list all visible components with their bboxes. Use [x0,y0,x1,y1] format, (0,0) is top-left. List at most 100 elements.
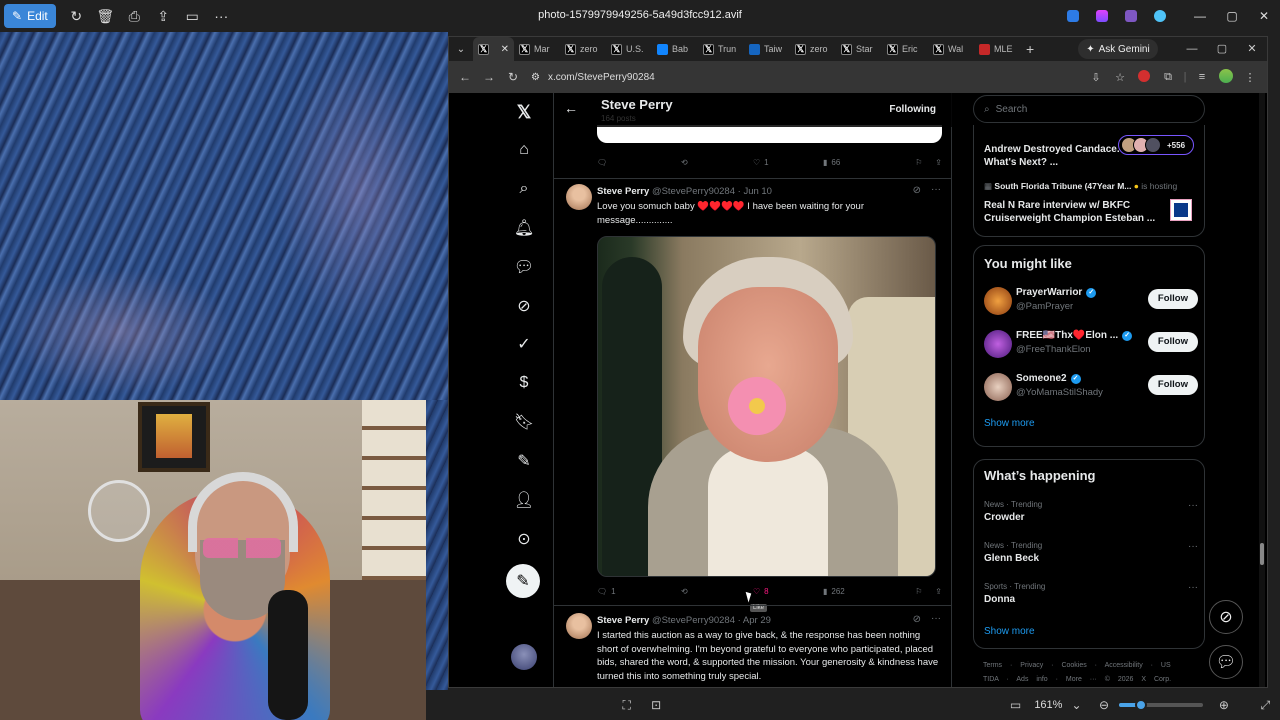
grok-explain-icon[interactable]: ⊘ [913,185,921,196]
tweet-handle[interactable]: @StevePerry90284 [652,615,735,626]
close-icon[interactable]: ✕ [1248,0,1280,32]
zoom-slider[interactable] [1118,699,1204,711]
compose-post-button[interactable]: ✎ [506,564,540,598]
reload-icon[interactable]: ↻ [501,70,525,84]
tweet-date[interactable]: · Apr 29 [738,615,771,626]
profile-avatar[interactable] [1215,68,1237,86]
follow-button[interactable]: Follow [1147,332,1198,352]
browser-tab[interactable]: 𝕏 Eric [882,37,928,61]
browser-tab[interactable]: MLE [974,37,1020,61]
repost-button[interactable]: ⟲ [681,587,753,596]
fullscreen-icon[interactable]: ⤢ [1251,698,1280,713]
edit-button[interactable]: ✎ Edit [4,4,56,28]
suggested-user[interactable]: FREE🇺🇸Thx♥️Elon ... ✓ @FreeThankElon Foll… [984,327,1198,361]
monetization-icon[interactable]: $ [509,368,539,398]
browser-tab[interactable]: 𝕏 Wal [928,37,974,61]
trend-item[interactable]: News · Trending Glenn Beck ··· [984,541,1198,573]
views-button[interactable]: ▮ 66 [823,158,899,167]
maximize-icon[interactable]: ▢ [1216,0,1248,32]
trend-more-icon[interactable]: ··· [1188,541,1198,552]
browser-tab[interactable]: Taiw [744,37,790,61]
tweet-avatar[interactable] [566,184,592,210]
space-title-2[interactable]: Real N Rare interview w/ BKFC Cruiserwei… [984,199,1164,225]
articles-icon[interactable]: ✎ [509,446,539,476]
back-arrow-icon[interactable]: ← [564,100,578,116]
zoom-level[interactable]: 161% [1034,699,1069,711]
tweet-date[interactable]: · Jun 10 [738,186,772,197]
browser-menu-icon[interactable]: ⋮ [1239,71,1261,84]
adblock-icon[interactable] [1133,69,1155,85]
ask-gemini-button[interactable]: ✦ Ask Gemini [1078,39,1158,59]
follow-button[interactable]: Follow [1147,289,1198,309]
user-avatar[interactable] [984,373,1012,401]
browser-tab[interactable]: 𝕏zero [790,37,836,61]
share-icon[interactable]: ⇪ [149,2,178,30]
like-button[interactable]: ♡ 8 [753,587,823,596]
print-icon[interactable]: ⎙ [120,2,149,30]
install-app-icon[interactable]: ⇩ [1085,71,1107,84]
repost-button[interactable]: ⟲ [681,158,753,167]
browser-tab[interactable]: 𝕏 U.S. [606,37,652,61]
app-icon-purple[interactable] [1116,2,1145,30]
zoom-dropdown-icon[interactable]: ⌄ [1070,698,1084,712]
search-input[interactable]: ⌕ Search [973,95,1205,123]
zoom-in-icon[interactable]: ⊕ [1209,698,1238,712]
app-icon-blue[interactable] [1058,2,1087,30]
delete-icon[interactable]: 🗑 [91,2,120,30]
app-icon-gradient[interactable] [1087,2,1116,30]
close-tab-icon[interactable]: ✕ [501,44,509,55]
account-avatar[interactable] [511,644,537,670]
address-bar[interactable]: ⚙ x.com/StevePerry90284 [531,72,655,83]
views-button[interactable]: ▮ 262 [823,587,899,596]
tweet-author-name[interactable]: Steve Perry [597,186,649,197]
user-avatar[interactable] [984,287,1012,315]
page-footer[interactable]: Terms · Privacy · Cookies · Accessibilit… [983,659,1183,687]
browser-tab[interactable]: 𝕏 Trun [698,37,744,61]
share-button[interactable]: ⇪ [935,587,942,596]
trend-item[interactable]: Sports · Trending Donna ··· [984,582,1198,614]
follow-button[interactable]: Follow [1147,375,1198,395]
tweet-more-icon[interactable]: ··· [931,613,941,624]
bookmark-star-icon[interactable]: ☆ [1109,71,1131,84]
messages-fab-icon[interactable]: 💬︎ [1209,645,1243,679]
share-button[interactable]: ⇪ [935,158,942,167]
tweet-photo[interactable] [597,236,936,577]
browser-close-icon[interactable]: ✕ [1237,37,1267,61]
suggested-user[interactable]: PrayerWarrior ✓ @PamPrayer Follow [984,284,1198,318]
suggested-user[interactable]: Someone2 ✓ @YoMamaStilShady Follow [984,370,1198,404]
x-logo-icon[interactable]: 𝕏 [509,97,539,127]
zoom-out-icon[interactable]: ⊖ [1089,698,1118,712]
site-info-icon[interactable]: ⚙ [531,72,540,83]
bookmarks-icon[interactable]: 🔖︎ [509,407,539,437]
following-button[interactable]: Following [881,99,944,121]
browser-tab[interactable]: Bab [652,37,698,61]
more-icon[interactable]: ⊙ [509,524,539,554]
tweet-author-name[interactable]: Steve Perry [597,615,649,626]
grok-icon[interactable]: ⊘ [509,291,539,321]
tweet-more-icon[interactable]: ··· [931,184,941,195]
new-tab-button[interactable]: + [1026,41,1034,57]
like-button[interactable]: ♡ 1 [753,158,823,167]
cloud-icon[interactable] [1145,2,1174,30]
trend-more-icon[interactable]: ··· [1188,582,1198,593]
trend-item[interactable]: News · Trending Crowder ··· [984,500,1198,532]
rotate-icon[interactable]: ↻ [62,2,91,30]
slideshow-icon[interactable]: ▭ [178,2,207,30]
space-title[interactable]: Andrew Destroyed Candace. What's Next? .… [984,143,1124,169]
bookmark-button[interactable]: ⚐ [915,587,935,596]
profile-icon[interactable]: 👤︎ [509,485,539,515]
reading-list-icon[interactable]: ≡ [1191,71,1213,83]
browser-tab[interactable]: 𝕏 Star [836,37,882,61]
user-avatar[interactable] [984,330,1012,358]
tweet-handle[interactable]: @StevePerry90284 [652,186,735,197]
reply-button[interactable]: 🗨︎ 1 [597,587,681,596]
tweet-avatar[interactable] [566,613,592,639]
minimize-icon[interactable]: — [1184,0,1216,32]
browser-tab[interactable]: 𝕏 ✕ [473,37,514,61]
messages-icon[interactable]: 💬︎ [509,252,539,282]
browser-tab[interactable]: 𝕏 Mar [514,37,560,61]
home-icon[interactable]: ⌂ [509,135,539,165]
explore-search-icon[interactable]: ⌕ [509,174,539,204]
tab-search-icon[interactable]: ⌄ [449,44,473,55]
back-icon[interactable]: ← [453,70,477,84]
